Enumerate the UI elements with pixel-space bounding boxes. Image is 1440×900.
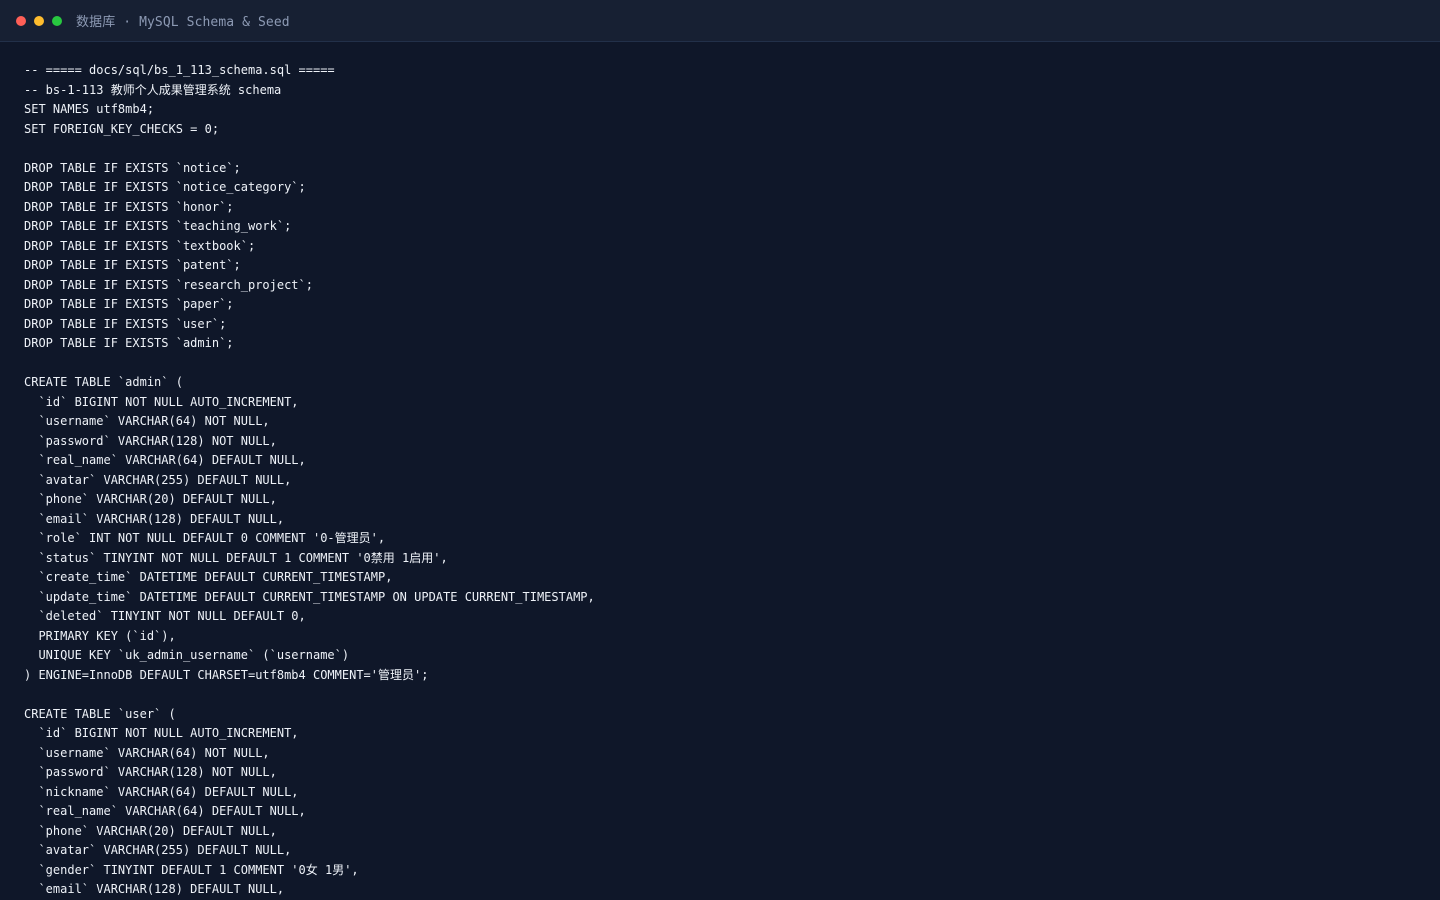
window-title: 数据库 · MySQL Schema & Seed <box>76 15 290 30</box>
code-line: `update_time` DATETIME DEFAULT CURRENT_T… <box>24 589 595 604</box>
traffic-lights <box>16 15 62 26</box>
code-line: `password` VARCHAR(128) NOT NULL, <box>24 765 277 779</box>
code-line: `deleted` TINYINT NOT NULL DEFAULT 0, <box>24 609 306 623</box>
code-line: `role` INT NOT NULL DEFAULT 0 COMMENT '0… <box>24 531 386 545</box>
code-line: `username` VARCHAR(64) NOT NULL, <box>24 745 270 760</box>
code-line: `password` VARCHAR(128) NOT NULL, <box>24 433 277 448</box>
code-line: DROP TABLE IF EXISTS `research_project`; <box>24 277 313 292</box>
code-line: CREATE TABLE `user` ( <box>24 706 176 721</box>
code-line: `nickname` VARCHAR(64) DEFAULT NULL, <box>24 784 299 799</box>
code-line: DROP TABLE IF EXISTS `patent`; <box>24 258 241 272</box>
code-line: `phone` VARCHAR(20) DEFAULT NULL, <box>24 823 277 838</box>
code-editor[interactable]: -- ===== docs/sql/bs_1_113_schema.sql ==… <box>24 61 1440 900</box>
title-bar: 数据库 · MySQL Schema & Seed <box>0 0 1440 42</box>
code-line: `email` VARCHAR(128) DEFAULT NULL, <box>24 882 285 896</box>
close-window-button[interactable] <box>16 15 26 26</box>
code-line: DROP TABLE IF EXISTS `paper`; <box>24 297 234 311</box>
minimize-window-button[interactable] <box>34 15 44 26</box>
code-line: -- ===== docs/sql/bs_1_113_schema.sql ==… <box>24 63 335 77</box>
code-line: `username` VARCHAR(64) NOT NULL, <box>24 414 270 428</box>
code-line: DROP TABLE IF EXISTS `teaching_work`; <box>24 219 292 233</box>
code-line: `id` BIGINT NOT NULL AUTO_INCREMENT, <box>24 726 299 740</box>
maximize-window-button[interactable] <box>52 15 62 26</box>
code-line: `avatar` VARCHAR(255) DEFAULT NULL, <box>24 472 292 487</box>
code-line: `real_name` VARCHAR(64) DEFAULT NULL, <box>24 804 306 818</box>
code-line: `create_time` DATETIME DEFAULT CURRENT_T… <box>24 570 393 584</box>
code-line: SET NAMES utf8mb4; <box>24 102 155 116</box>
code-line: DROP TABLE IF EXISTS `honor`; <box>24 199 234 214</box>
code-line: `id` BIGINT NOT NULL AUTO_INCREMENT, <box>24 394 299 409</box>
code-line: DROP TABLE IF EXISTS `admin`; <box>24 336 234 350</box>
code-line: `status` TINYINT NOT NULL DEFAULT 1 COMM… <box>24 550 448 565</box>
code-line: `email` VARCHAR(128) DEFAULT NULL, <box>24 511 285 526</box>
code-line: DROP TABLE IF EXISTS `user`; <box>24 316 227 331</box>
code-line: PRIMARY KEY (`id`), <box>24 628 176 643</box>
code-line: `real_name` VARCHAR(64) DEFAULT NULL, <box>24 453 306 467</box>
code-line: DROP TABLE IF EXISTS `textbook`; <box>24 238 256 253</box>
code-line: DROP TABLE IF EXISTS `notice`; <box>24 160 241 175</box>
code-line: ) ENGINE=InnoDB DEFAULT CHARSET=utf8mb4 … <box>24 667 429 682</box>
code-line: `avatar` VARCHAR(255) DEFAULT NULL, <box>24 843 292 857</box>
code-line: CREATE TABLE `admin` ( <box>24 375 183 389</box>
app-window: 数据库 · MySQL Schema & Seed -- ===== docs/… <box>0 0 1440 900</box>
code-line: `gender` TINYINT DEFAULT 1 COMMENT '0女 1… <box>24 862 359 877</box>
code-line: DROP TABLE IF EXISTS `notice_category`; <box>24 180 306 194</box>
code-line: SET FOREIGN_KEY_CHECKS = 0; <box>24 121 220 136</box>
sql-code-block[interactable]: -- ===== docs/sql/bs_1_113_schema.sql ==… <box>24 61 1440 900</box>
code-line: `phone` VARCHAR(20) DEFAULT NULL, <box>24 492 277 506</box>
code-line: -- bs-1-113 教师个人成果管理系统 schema <box>24 82 282 97</box>
code-line: UNIQUE KEY `uk_admin_username` (`usernam… <box>24 648 350 662</box>
